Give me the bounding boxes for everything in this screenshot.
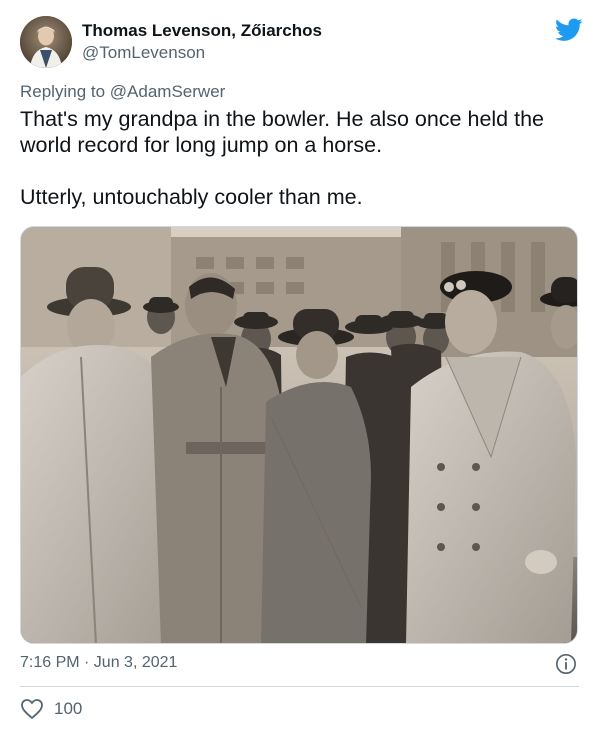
historical-photo — [21, 227, 577, 643]
tweet-text-line-2: Utterly, untouchably cooler than me. — [20, 185, 363, 209]
reply-prefix: Replying to — [20, 82, 106, 101]
reply-mention-link[interactable]: @AdamSerwer — [110, 82, 226, 101]
divider — [20, 686, 579, 687]
reply-context: Replying to @AdamSerwer — [20, 82, 225, 102]
tweet-header: Thomas Levenson, Zőiarchos @TomLevenson — [20, 16, 583, 68]
tweet-card: Thomas Levenson, Zőiarchos @TomLevenson … — [0, 0, 599, 733]
like-count: 100 — [54, 699, 83, 718]
info-icon[interactable] — [555, 653, 577, 675]
author-display-name[interactable]: Thomas Levenson, Zőiarchos — [82, 21, 322, 41]
tweet-photo[interactable] — [20, 226, 578, 644]
like-button[interactable]: 100 — [20, 698, 82, 720]
tweet-text-line-1: That's my grandpa in the bowler. He also… — [20, 107, 544, 157]
author-handle[interactable]: @TomLevenson — [82, 43, 205, 63]
avatar-photo — [20, 16, 72, 68]
twitter-bird-icon[interactable] — [555, 18, 583, 42]
author-avatar[interactable] — [20, 16, 72, 68]
tweet-text: That's my grandpa in the bowler. He also… — [20, 106, 580, 210]
heart-icon — [21, 699, 43, 719]
tweet-timestamp[interactable]: 7:16 PM · Jun 3, 2021 — [20, 654, 177, 672]
